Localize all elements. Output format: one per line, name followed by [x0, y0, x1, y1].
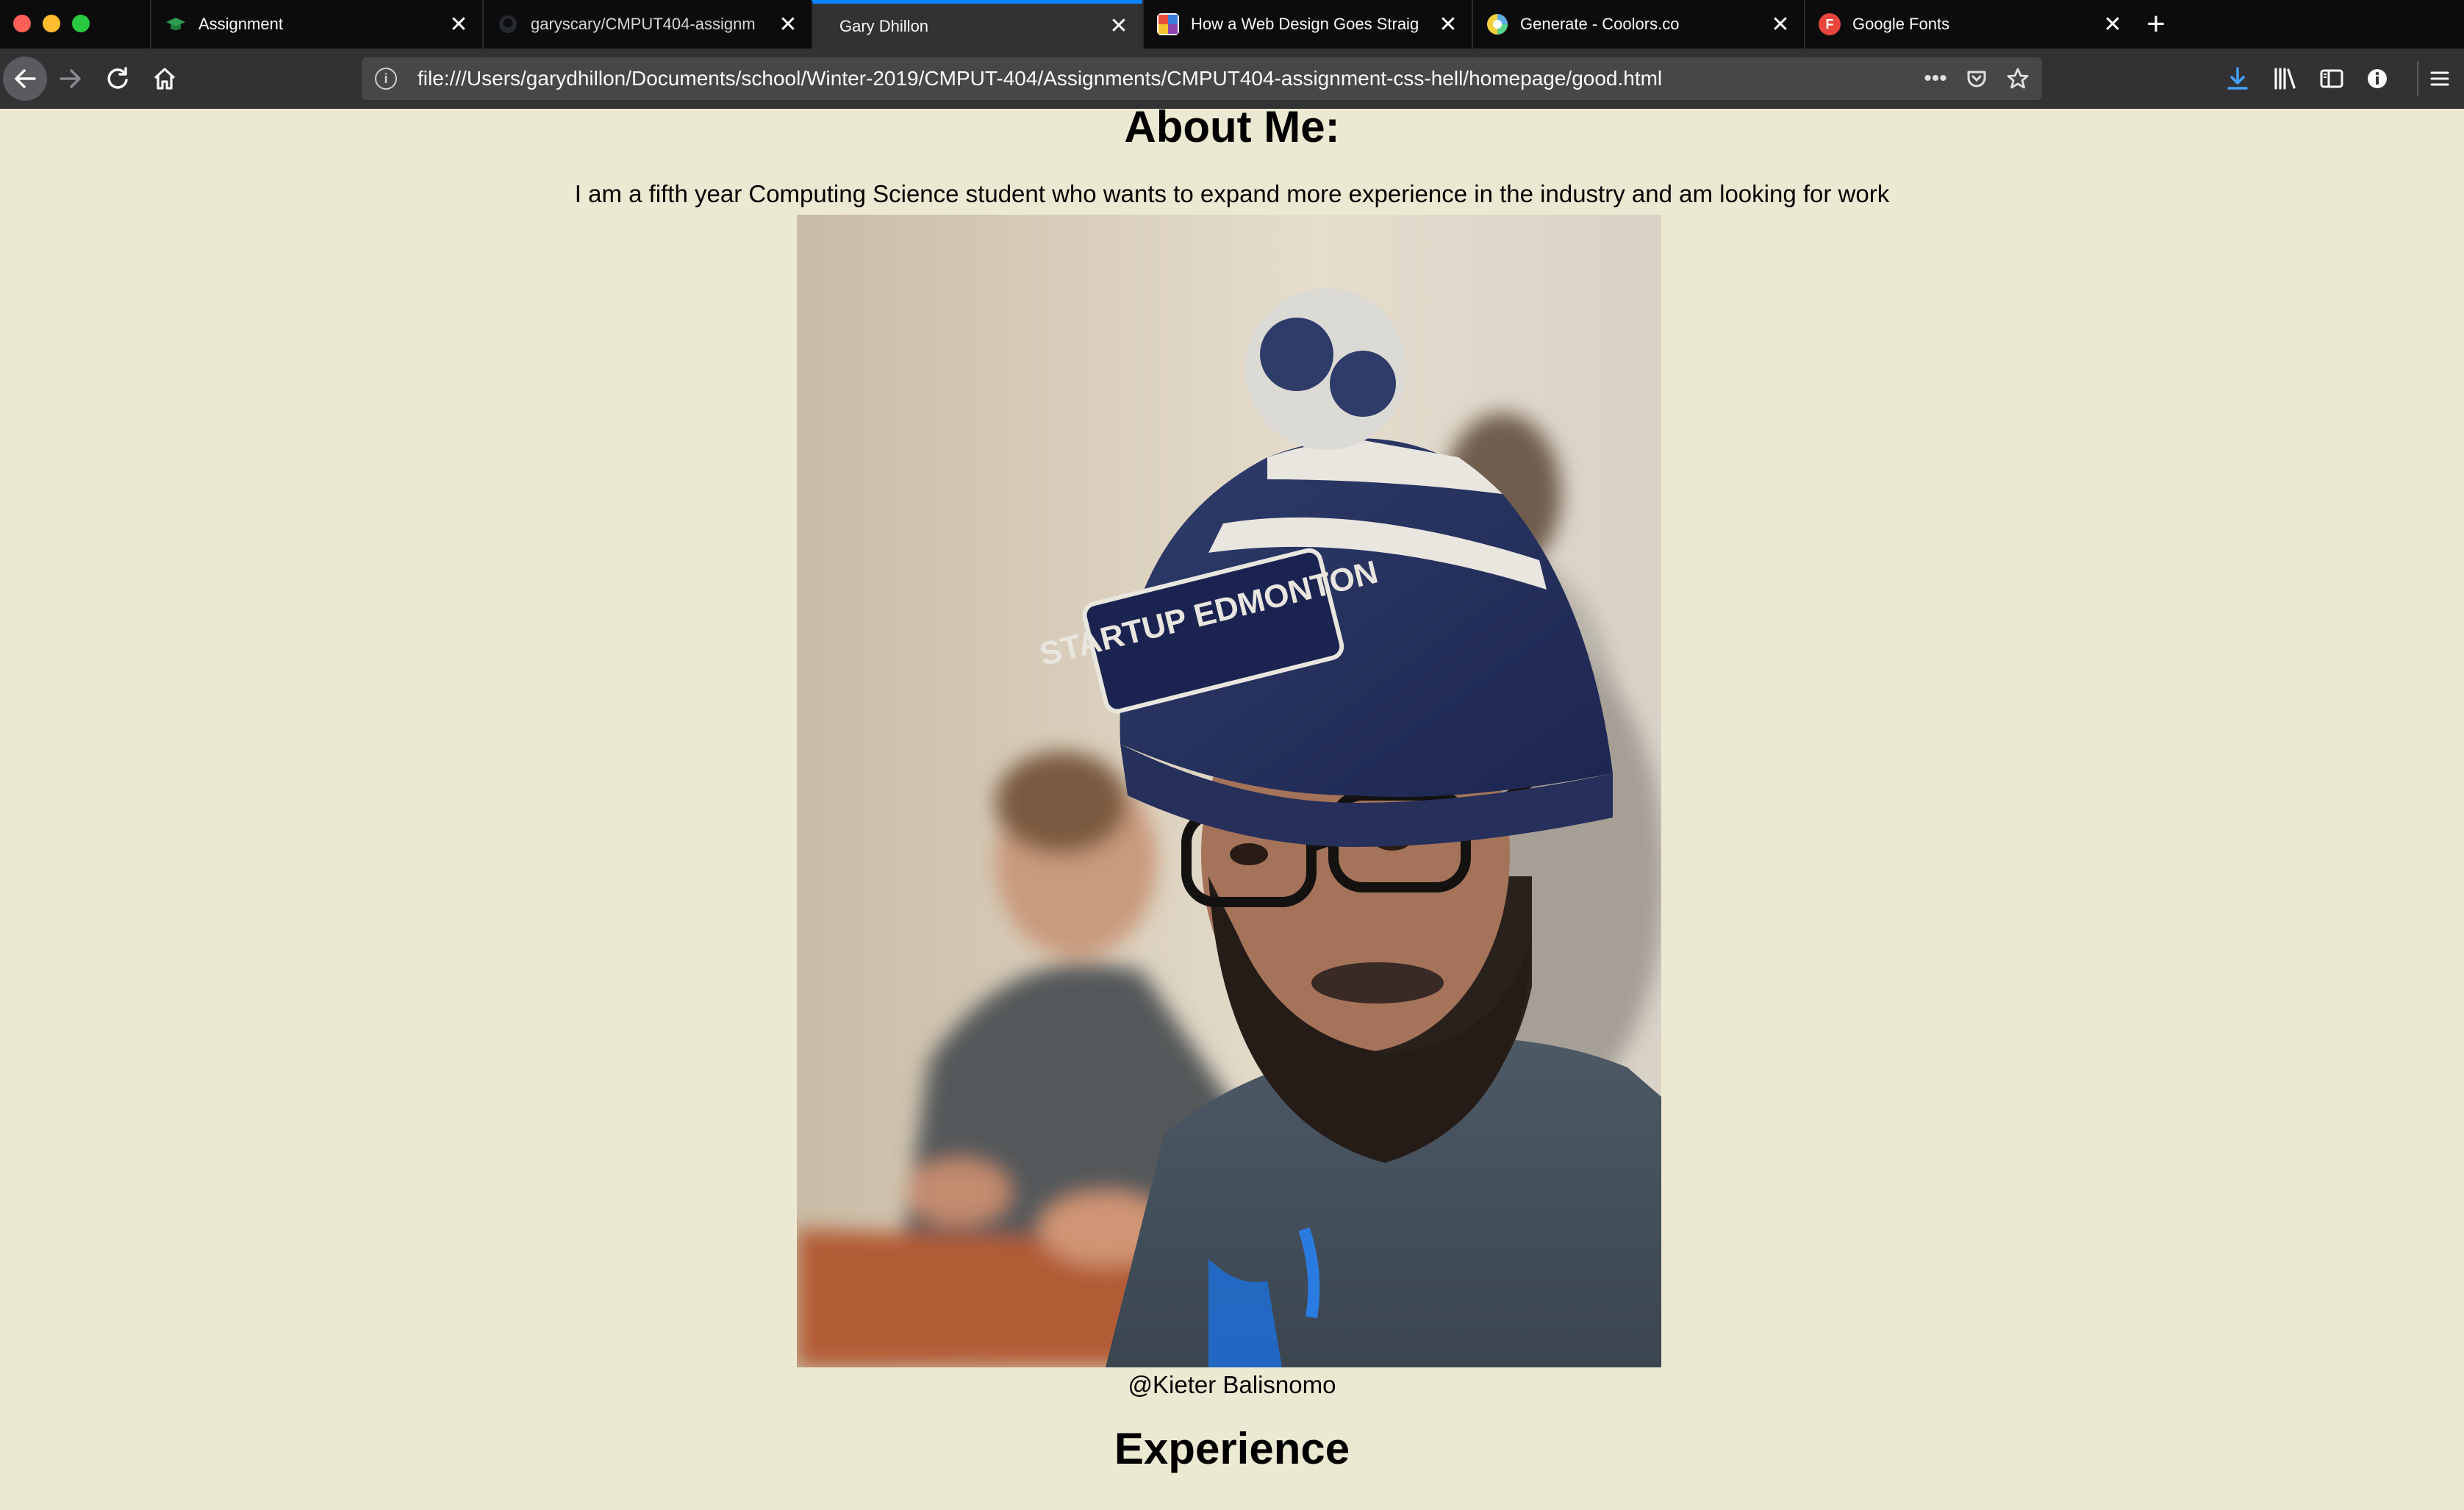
close-tab-icon[interactable]: ✕	[1106, 13, 1132, 40]
forward-button[interactable]	[51, 60, 90, 98]
about-me-heading: About Me:	[1124, 102, 1340, 151]
extension-button[interactable]	[2360, 61, 2395, 96]
home-button[interactable]	[146, 60, 184, 98]
article-icon	[1157, 13, 1179, 35]
sidebar-icon	[2320, 69, 2343, 88]
github-icon	[497, 13, 519, 35]
info-icon[interactable]: i	[375, 68, 397, 90]
home-icon	[154, 68, 176, 90]
tab-title: Generate - Coolors.co	[1520, 15, 1680, 33]
tab-assignment[interactable]: Assignment ✕	[150, 0, 482, 49]
navigation-toolbar: i file:///Users/garydhillon/Documents/sc…	[0, 49, 2464, 109]
close-tab-icon[interactable]: ✕	[445, 11, 472, 37]
tab-github-repo[interactable]: garyscary/CMPUT404-assignm ✕	[482, 0, 812, 49]
close-tab-icon[interactable]: ✕	[775, 11, 801, 37]
tab-gary-dhillon[interactable]: Gary Dhillon ✕	[812, 0, 1142, 49]
coolors-icon	[1486, 13, 1508, 35]
library-icon	[2274, 68, 2296, 90]
blank-page-icon	[826, 15, 829, 37]
page-content: About Me: I am a fifth year Computing Sc…	[0, 102, 2464, 1510]
close-tab-icon[interactable]: ✕	[2099, 11, 2126, 37]
url-text[interactable]: file:///Users/garydhillon/Documents/scho…	[418, 67, 1919, 90]
hamburger-menu-icon	[2430, 71, 2449, 86]
extension-info-icon	[2368, 69, 2387, 88]
new-tab-plus-icon[interactable]: +	[2138, 6, 2174, 43]
google-fonts-icon: F	[1819, 13, 1841, 35]
close-window-button[interactable]	[13, 15, 31, 32]
hamburger-menu-button[interactable]	[2417, 61, 2461, 96]
reload-button[interactable]	[99, 60, 137, 98]
tab-web-design-article[interactable]: How a Web Design Goes Straig ✕	[1142, 0, 1472, 49]
page-actions-ellipsis-icon[interactable]: •••	[1919, 62, 1952, 96]
close-tab-icon[interactable]: ✕	[1767, 11, 1794, 37]
arrow-left-icon	[15, 69, 36, 88]
tab-coolors[interactable]: Generate - Coolors.co ✕	[1472, 0, 1804, 49]
back-button[interactable]	[3, 57, 47, 101]
tab-title: Gary Dhillon	[839, 16, 929, 35]
bookmark-star-icon[interactable]	[2001, 62, 2035, 96]
profile-photo: STARTUP EDMONTON	[797, 215, 1661, 1367]
graduation-cap-icon	[165, 13, 187, 35]
browser-chrome: Assignment ✕ garyscary/CMPUT404-assignm …	[0, 0, 2464, 109]
tab-title: Assignment	[198, 15, 283, 33]
tab-google-fonts[interactable]: F Google Fonts ✕	[1804, 0, 2136, 49]
library-button[interactable]	[2267, 61, 2302, 96]
photo-credit: @Kieter Balisnomo	[1128, 1371, 1336, 1398]
sidebar-button[interactable]	[2314, 61, 2349, 96]
close-tab-icon[interactable]: ✕	[1435, 11, 1461, 37]
tab-bar: Assignment ✕ garyscary/CMPUT404-assignm …	[0, 0, 2464, 49]
address-bar[interactable]: i file:///Users/garydhillon/Documents/sc…	[362, 57, 2042, 100]
minimize-window-button[interactable]	[43, 15, 60, 32]
download-arrow-icon	[2227, 67, 2248, 90]
zoom-window-button[interactable]	[72, 15, 90, 32]
tab-title: Google Fonts	[1852, 15, 1950, 33]
downloads-button[interactable]	[2220, 61, 2255, 96]
tab-title: How a Web Design Goes Straig	[1191, 15, 1419, 33]
tab-title: garyscary/CMPUT404-assignm	[531, 15, 756, 33]
reload-icon	[107, 67, 128, 89]
pocket-icon[interactable]	[1960, 62, 1994, 96]
arrow-right-icon	[60, 69, 81, 88]
about-me-paragraph: I am a fifth year Computing Science stud…	[574, 180, 1890, 207]
experience-heading: Experience	[1114, 1424, 1350, 1473]
